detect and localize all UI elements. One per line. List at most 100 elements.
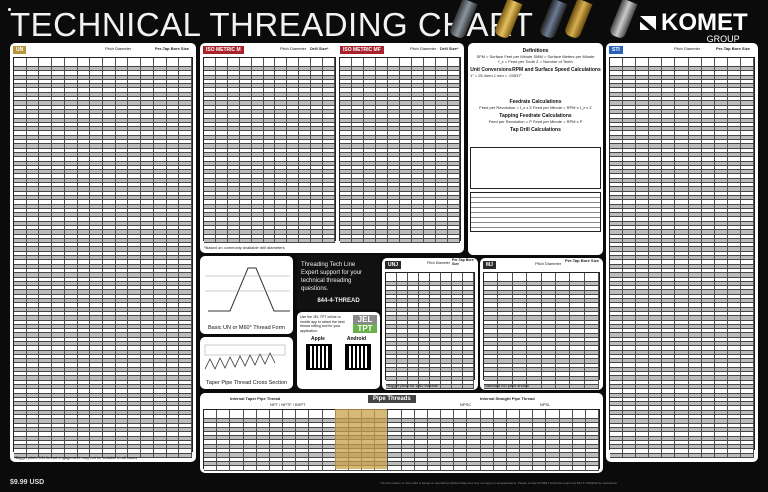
table-cell	[270, 440, 284, 444]
table-cell	[463, 299, 474, 303]
table-cell	[649, 58, 663, 66]
techline-phone[interactable]: 844-4-THREAD	[301, 297, 376, 305]
table-cell	[689, 58, 702, 66]
table-cell	[154, 183, 167, 187]
mj-label: MJ	[483, 261, 496, 269]
table-cell	[78, 191, 91, 195]
table-cell	[257, 453, 270, 457]
table-cell	[204, 170, 216, 174]
table-cell	[441, 273, 452, 281]
table-cell	[702, 144, 715, 148]
table-cell	[275, 174, 288, 178]
table-cell	[436, 122, 448, 127]
table-cell	[204, 440, 218, 444]
pitch-diameter-heading: Pitch Diameter	[105, 46, 132, 51]
table-cell	[90, 127, 104, 131]
table-cell	[204, 79, 216, 84]
table-cell	[39, 247, 53, 251]
table-cell	[14, 290, 27, 294]
table-cell	[204, 178, 216, 183]
table-cell	[141, 311, 154, 316]
table-cell	[649, 346, 663, 350]
table-cell	[78, 140, 91, 144]
table-cell	[103, 178, 116, 183]
table-cell	[728, 208, 741, 213]
table-cell	[103, 243, 116, 247]
table-cell	[364, 144, 376, 148]
table-cell	[78, 333, 91, 337]
table-cell	[90, 178, 104, 183]
table-cell	[689, 217, 702, 221]
table-cell	[78, 256, 91, 260]
table-cell	[364, 208, 376, 213]
table-cell	[662, 264, 676, 268]
table-cell	[533, 431, 547, 436]
table-cell	[39, 178, 53, 183]
table-cell	[376, 140, 388, 144]
jel-tpt-badge[interactable]: JEL TPT	[353, 315, 377, 333]
table-cell	[376, 238, 388, 243]
apple-qr-code[interactable]	[306, 344, 333, 370]
table-cell	[257, 427, 270, 431]
feedrate-line: Feed per Revolution = f_z x Z Feed per M…	[479, 105, 592, 110]
table-cell	[623, 427, 637, 432]
table-cell	[90, 290, 104, 294]
table-cell	[141, 449, 154, 453]
table-cell	[179, 79, 193, 84]
techline-text: Expert support for your technical thread…	[301, 270, 363, 292]
table-cell	[240, 148, 252, 152]
table-cell	[513, 337, 528, 342]
table-cell	[287, 140, 300, 144]
table-cell	[27, 75, 40, 79]
table-cell	[636, 84, 650, 88]
table-cell	[424, 187, 436, 191]
table-cell	[662, 449, 676, 453]
table-cell	[141, 346, 154, 350]
table-cell	[728, 294, 741, 299]
table-cell	[570, 294, 585, 299]
table-cell	[702, 88, 715, 92]
table-cell	[204, 419, 218, 423]
table-cell	[103, 427, 116, 432]
table-cell	[452, 359, 463, 363]
table-cell	[264, 161, 276, 165]
table-cell	[27, 436, 40, 440]
table-cell	[728, 290, 741, 294]
table-cell	[448, 79, 460, 84]
table-cell	[240, 200, 252, 204]
table-cell	[415, 436, 428, 440]
table-cell	[228, 131, 240, 135]
table-cell	[448, 165, 460, 170]
table-cell	[610, 204, 624, 208]
table-cell	[586, 423, 600, 427]
table-cell	[39, 423, 53, 427]
table-cell	[649, 109, 663, 114]
table-cell	[252, 152, 264, 157]
table-cell	[741, 402, 755, 406]
table-cell	[454, 427, 468, 431]
table-cell	[14, 393, 27, 397]
table-cell	[275, 230, 288, 234]
table-cell	[408, 367, 419, 372]
table-cell	[452, 376, 463, 380]
table-cell	[52, 436, 65, 440]
table-cell	[116, 84, 129, 88]
table-cell	[388, 75, 400, 79]
definitions-panel: Definitions SFM = Surface Feet per Minut…	[468, 43, 603, 255]
android-qr-code[interactable]	[344, 344, 371, 370]
table-cell	[741, 195, 755, 200]
table-cell	[217, 410, 231, 418]
table-cell	[299, 152, 312, 157]
table-cell	[728, 174, 741, 178]
table-cell	[728, 118, 741, 122]
table-cell	[299, 208, 312, 213]
table-cell	[323, 225, 335, 230]
table-cell	[179, 286, 193, 290]
table-cell	[436, 88, 448, 92]
table-cell	[402, 466, 415, 470]
table-cell	[386, 320, 397, 324]
table-cell	[78, 337, 91, 341]
table-cell	[556, 312, 571, 316]
table-cell	[167, 380, 180, 384]
table-cell	[154, 346, 167, 350]
